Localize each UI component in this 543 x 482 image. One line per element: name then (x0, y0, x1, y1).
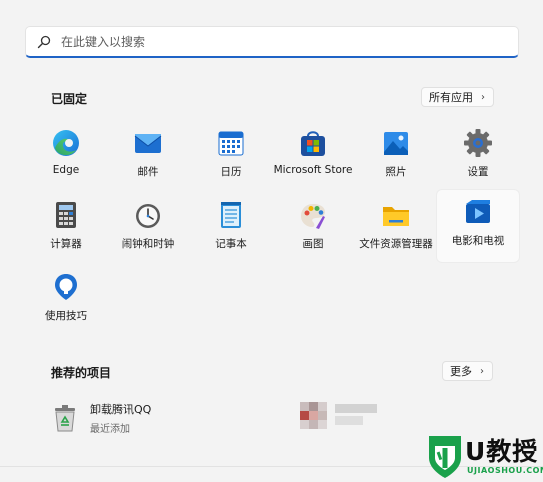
chevron-right-icon: › (481, 91, 485, 103)
app-tile-notepad[interactable]: 记事本 (190, 197, 272, 267)
all-apps-label: 所有应用 (429, 91, 473, 104)
redacted-thumbnail (300, 402, 377, 429)
more-button[interactable]: 更多 › (442, 361, 493, 381)
app-tile-movies-tv[interactable]: 电影和电视 (437, 190, 519, 262)
calendar-icon (218, 131, 244, 156)
shield-logo-icon (429, 436, 461, 478)
app-label: 日历 (220, 166, 242, 178)
clock-icon (136, 204, 160, 228)
app-label: 照片 (385, 166, 407, 178)
search-input[interactable] (61, 34, 518, 49)
search-icon (37, 35, 51, 48)
recycle-bin-icon (55, 405, 75, 432)
app-tile-photos[interactable]: 照片 (355, 125, 437, 195)
app-label: 记事本 (215, 238, 247, 250)
recommended-item-subtitle: 最近添加 (90, 424, 130, 435)
app-tile-paint[interactable]: 画图 (272, 197, 354, 267)
mail-icon (134, 134, 162, 153)
folder-icon (383, 207, 409, 226)
recommended-item[interactable]: 卸载腾讯QQ 最近添加 (52, 401, 151, 435)
app-label: Microsoft Store (273, 164, 353, 176)
watermark-domain: UJIAOSHOU.COM (467, 466, 543, 475)
app-tile-settings[interactable]: 设置 (437, 125, 519, 195)
recommended-item-name: 卸载腾讯QQ (90, 403, 152, 416)
app-label: 电影和电视 (451, 235, 505, 247)
app-label: 邮件 (137, 166, 159, 178)
all-apps-button[interactable]: 所有应用 › (421, 87, 494, 107)
more-label: 更多 (450, 365, 472, 378)
photos-icon (384, 132, 408, 155)
app-label: 设置 (467, 166, 489, 178)
app-label: 闹钟和时钟 (121, 238, 175, 250)
app-label: 计算器 (50, 238, 82, 250)
app-label: 使用技巧 (45, 310, 87, 322)
redacted-recommended-item[interactable] (300, 402, 380, 434)
app-label: 画图 (302, 238, 324, 250)
chevron-right-icon: › (480, 365, 484, 377)
settings-icon (464, 129, 492, 157)
app-tile-calculator[interactable]: 计算器 (25, 197, 107, 267)
app-tile-store[interactable]: Microsoft Store (272, 125, 354, 195)
paint-icon (301, 204, 325, 229)
app-tile-tips[interactable]: 使用技巧 (25, 269, 107, 339)
tips-icon (55, 274, 77, 300)
app-label: Edge (52, 164, 80, 176)
edge-icon (53, 130, 79, 156)
notepad-icon (221, 202, 241, 228)
search-box[interactable] (25, 26, 519, 58)
calculator-icon (56, 202, 76, 228)
watermark-text: U教授 (465, 437, 539, 466)
pinned-title: 已固定 (51, 92, 88, 106)
app-tile-calendar[interactable]: 日历 (190, 125, 272, 195)
store-icon (301, 131, 325, 156)
movies-icon (466, 200, 490, 223)
app-tile-clock[interactable]: 闹钟和时钟 (107, 197, 189, 267)
app-tile-edge[interactable]: Edge (25, 125, 107, 195)
watermark: U教授 UJIAOSHOU.COM (423, 430, 543, 482)
app-tile-file-explorer[interactable]: 文件资源管理器 (355, 197, 437, 267)
app-tile-mail[interactable]: 邮件 (107, 125, 189, 195)
recommended-title: 推荐的项目 (51, 366, 112, 380)
app-label: 文件资源管理器 (359, 238, 433, 250)
